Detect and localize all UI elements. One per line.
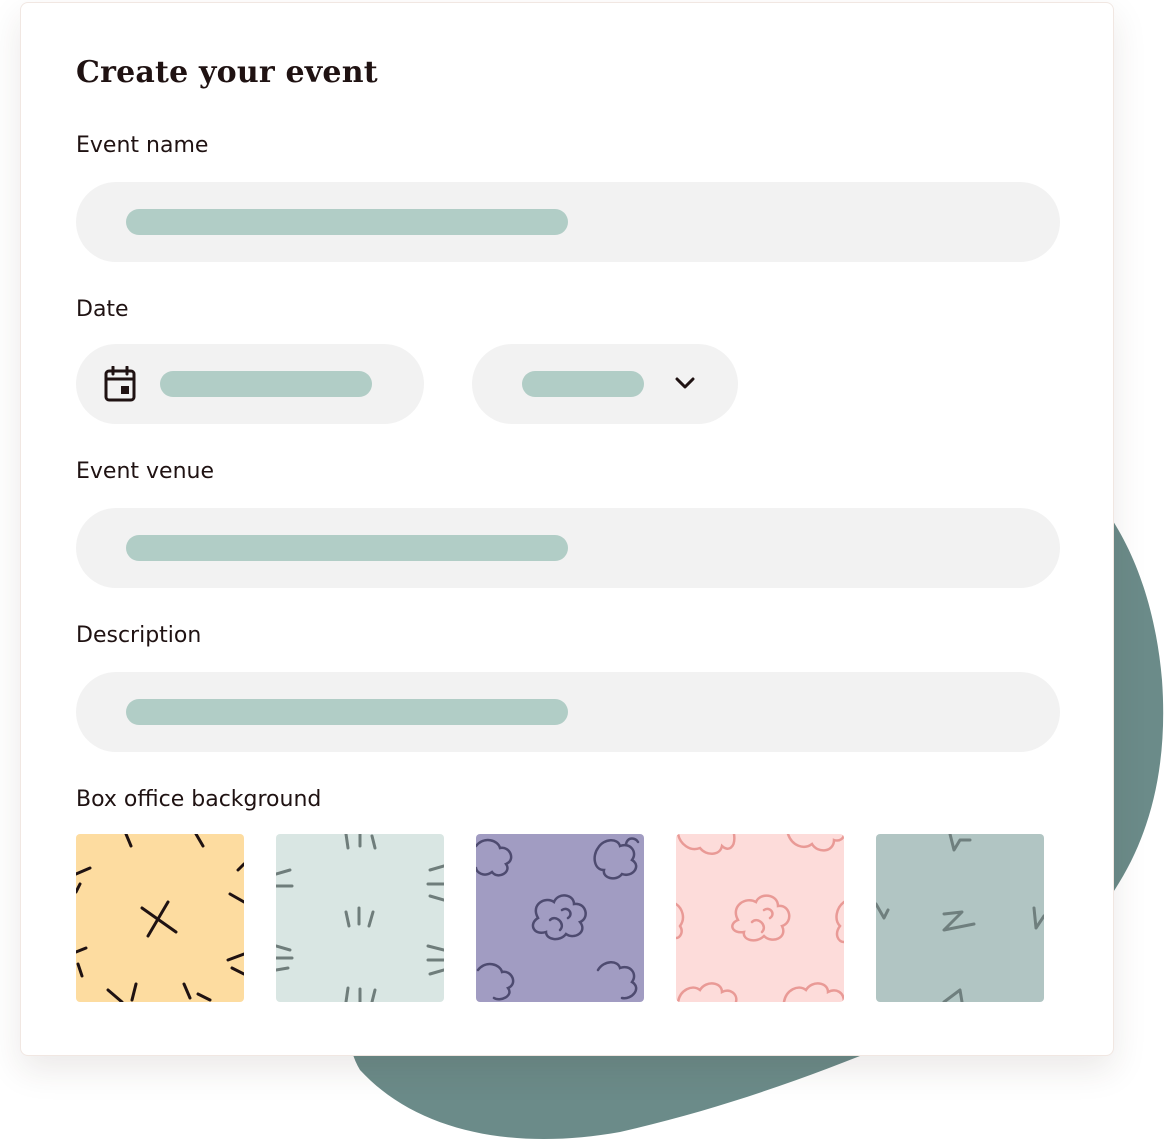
date-input[interactable]	[76, 344, 424, 424]
event-venue-input[interactable]	[76, 508, 1060, 588]
time-select[interactable]	[472, 344, 738, 424]
event-venue-label: Event venue	[76, 459, 214, 484]
date-label: Date	[76, 297, 129, 322]
box-office-background-label: Box office background	[76, 787, 322, 812]
date-placeholder	[160, 371, 372, 397]
background-swatch-mint[interactable]	[276, 834, 444, 1002]
swatch-fill	[676, 834, 844, 1002]
calendar-icon	[104, 365, 136, 406]
event-venue-placeholder	[126, 535, 568, 561]
event-name-placeholder	[126, 209, 568, 235]
swatch-fill	[876, 834, 1044, 1002]
background-swatch-purple[interactable]	[476, 834, 644, 1002]
background-swatch-pink[interactable]	[676, 834, 844, 1002]
chevron-down-icon	[674, 374, 696, 396]
description-label: Description	[76, 623, 202, 648]
event-name-input[interactable]	[76, 182, 1060, 262]
description-input[interactable]	[76, 672, 1060, 752]
time-placeholder	[522, 371, 644, 397]
background-swatch-yellow[interactable]	[76, 834, 244, 1002]
background-swatch-teal[interactable]	[876, 834, 1044, 1002]
description-placeholder	[126, 699, 568, 725]
page-title: Create your event	[76, 55, 378, 90]
swatch-fill	[476, 834, 644, 1002]
create-event-card: Create your event Event name Date Event …	[20, 2, 1114, 1056]
event-name-label: Event name	[76, 133, 209, 158]
